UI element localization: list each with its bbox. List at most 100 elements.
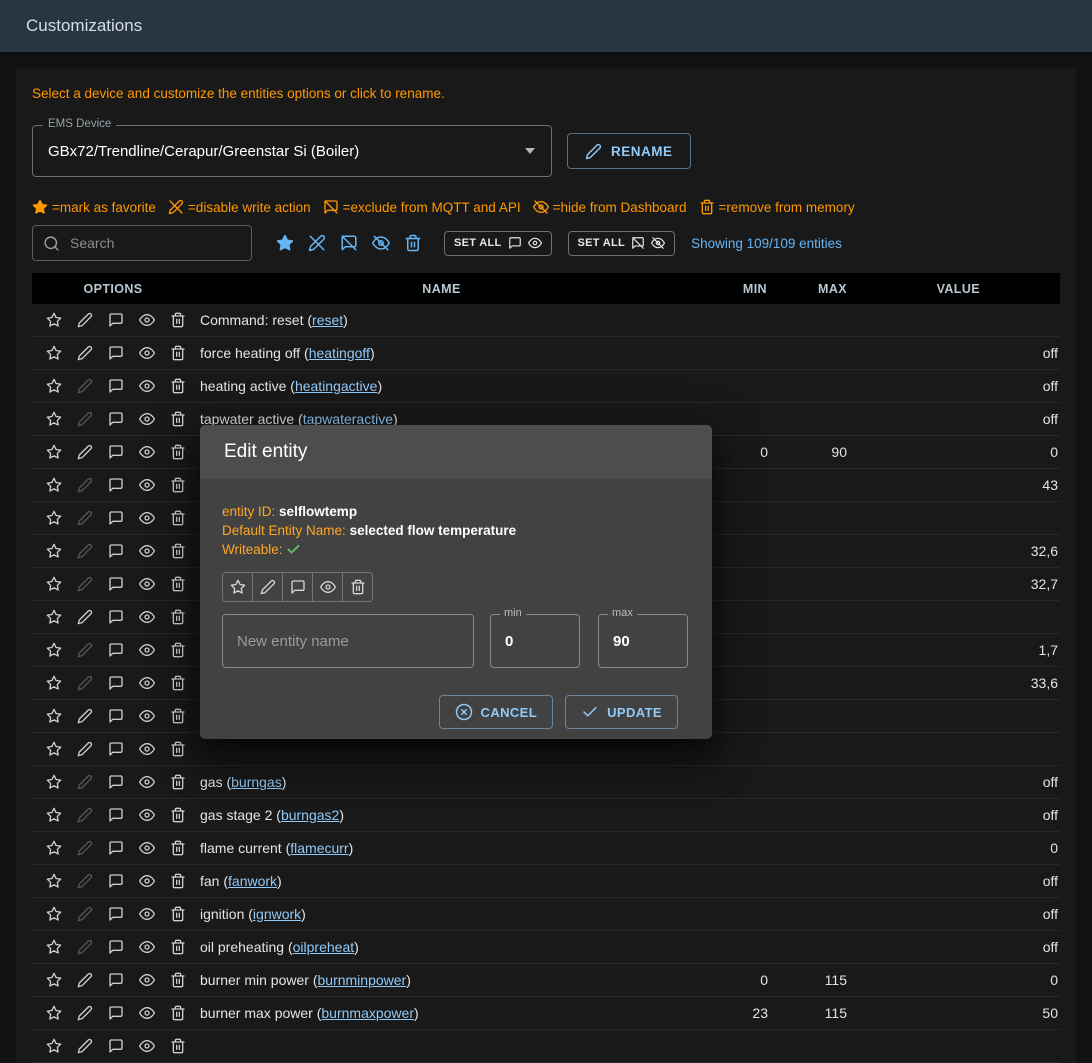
eye-icon-button[interactable] (131, 668, 162, 698)
star-icon-button[interactable] (38, 470, 69, 500)
eye-icon-button[interactable] (131, 602, 162, 632)
pencil-toggle-button[interactable] (252, 572, 283, 602)
trash-icon-button[interactable] (162, 536, 193, 566)
trash-icon-button[interactable] (162, 800, 193, 830)
pencil-off-filter-button[interactable] (302, 228, 332, 258)
pencil-icon-button[interactable] (69, 734, 100, 764)
table-row[interactable] (32, 1030, 1060, 1063)
message-icon-button[interactable] (100, 371, 131, 401)
eye-icon-button[interactable] (131, 635, 162, 665)
star-icon-button[interactable] (38, 899, 69, 929)
eye-icon-button[interactable] (131, 767, 162, 797)
trash-icon-button[interactable] (162, 470, 193, 500)
pencil-icon-button[interactable] (69, 338, 100, 368)
eye-toggle-button[interactable] (312, 572, 343, 602)
pencil-icon-button[interactable] (69, 932, 100, 962)
entity-shortname-link[interactable]: burnminpower (318, 972, 407, 988)
message-icon-button[interactable] (100, 404, 131, 434)
trash-icon-button[interactable] (162, 734, 193, 764)
pencil-icon-button[interactable] (69, 437, 100, 467)
entity-shortname-link[interactable]: burngas2 (281, 807, 339, 823)
entity-shortname-link[interactable]: flamecurr (290, 840, 348, 856)
trash-filter-button[interactable] (398, 228, 428, 258)
pencil-icon-button[interactable] (69, 404, 100, 434)
eye-icon-button[interactable] (131, 932, 162, 962)
star-filter-button[interactable] (270, 228, 300, 258)
trash-icon-button[interactable] (162, 932, 193, 962)
entity-shortname-link[interactable]: heatingactive (295, 378, 378, 394)
table-row[interactable]: gas (burngas)off (32, 766, 1060, 799)
eye-icon-button[interactable] (131, 1031, 162, 1061)
star-icon-button[interactable] (38, 932, 69, 962)
cancel-button[interactable]: CANCEL (439, 695, 554, 729)
min-input[interactable] (491, 615, 579, 667)
entity-shortname-link[interactable]: burnmaxpower (321, 1005, 414, 1021)
eye-icon-button[interactable] (131, 800, 162, 830)
ems-device-select[interactable]: EMS Device GBx72/Trendline/Cerapur/Green… (32, 125, 552, 177)
trash-icon-button[interactable] (162, 1031, 193, 1061)
eye-icon-button[interactable] (131, 503, 162, 533)
eye-icon-button[interactable] (131, 899, 162, 929)
message-toggle-button[interactable] (282, 572, 313, 602)
message-icon-button[interactable] (100, 932, 131, 962)
message-icon-button[interactable] (100, 701, 131, 731)
trash-icon-button[interactable] (162, 602, 193, 632)
trash-icon-button[interactable] (162, 305, 193, 335)
pencil-icon-button[interactable] (69, 635, 100, 665)
pencil-icon-button[interactable] (69, 305, 100, 335)
message-icon-button[interactable] (100, 437, 131, 467)
pencil-icon-button[interactable] (69, 800, 100, 830)
star-icon-button[interactable] (38, 734, 69, 764)
eye-icon-button[interactable] (131, 371, 162, 401)
search-input[interactable] (68, 234, 241, 252)
trash-icon-button[interactable] (162, 833, 193, 863)
trash-icon-button[interactable] (162, 338, 193, 368)
eye-icon-button[interactable] (131, 965, 162, 995)
message-icon-button[interactable] (100, 635, 131, 665)
pencil-icon-button[interactable] (69, 701, 100, 731)
message-icon-button[interactable] (100, 800, 131, 830)
pencil-icon-button[interactable] (69, 866, 100, 896)
entity-shortname-link[interactable]: reset (312, 312, 343, 328)
message-icon-button[interactable] (100, 536, 131, 566)
trash-icon-button[interactable] (162, 404, 193, 434)
entity-shortname-link[interactable]: burngas (231, 774, 282, 790)
max-input[interactable] (599, 615, 687, 667)
message-icon-button[interactable] (100, 470, 131, 500)
eye-icon-button[interactable] (131, 734, 162, 764)
message-icon-button[interactable] (100, 338, 131, 368)
pencil-icon-button[interactable] (69, 602, 100, 632)
pencil-icon-button[interactable] (69, 767, 100, 797)
pencil-icon-button[interactable] (69, 833, 100, 863)
star-toggle-button[interactable] (222, 572, 253, 602)
pencil-icon-button[interactable] (69, 371, 100, 401)
set-all-button-1[interactable]: SET ALL (444, 231, 552, 256)
message-icon-button[interactable] (100, 1031, 131, 1061)
entity-shortname-link[interactable]: ignwork (253, 906, 301, 922)
star-icon-button[interactable] (38, 701, 69, 731)
eye-icon-button[interactable] (131, 569, 162, 599)
eye-off-filter-button[interactable] (366, 228, 396, 258)
table-row[interactable]: ignition (ignwork)off (32, 898, 1060, 931)
trash-icon-button[interactable] (162, 866, 193, 896)
trash-icon-button[interactable] (162, 767, 193, 797)
message-icon-button[interactable] (100, 965, 131, 995)
message-icon-button[interactable] (100, 305, 131, 335)
table-row[interactable]: force heating off (heatingoff)off (32, 337, 1060, 370)
message-icon-button[interactable] (100, 866, 131, 896)
entity-shortname-link[interactable]: fanwork (228, 873, 277, 889)
star-icon-button[interactable] (38, 833, 69, 863)
star-icon-button[interactable] (38, 965, 69, 995)
trash-toggle-button[interactable] (342, 572, 373, 602)
pencil-icon-button[interactable] (69, 668, 100, 698)
trash-icon-button[interactable] (162, 701, 193, 731)
pencil-icon-button[interactable] (69, 899, 100, 929)
star-icon-button[interactable] (38, 668, 69, 698)
message-icon-button[interactable] (100, 833, 131, 863)
star-icon-button[interactable] (38, 635, 69, 665)
table-row[interactable]: fan (fanwork)off (32, 865, 1060, 898)
pencil-icon-button[interactable] (69, 1031, 100, 1061)
set-all-button-2[interactable]: SET ALL (568, 231, 676, 256)
eye-icon-button[interactable] (131, 338, 162, 368)
star-icon-button[interactable] (38, 305, 69, 335)
